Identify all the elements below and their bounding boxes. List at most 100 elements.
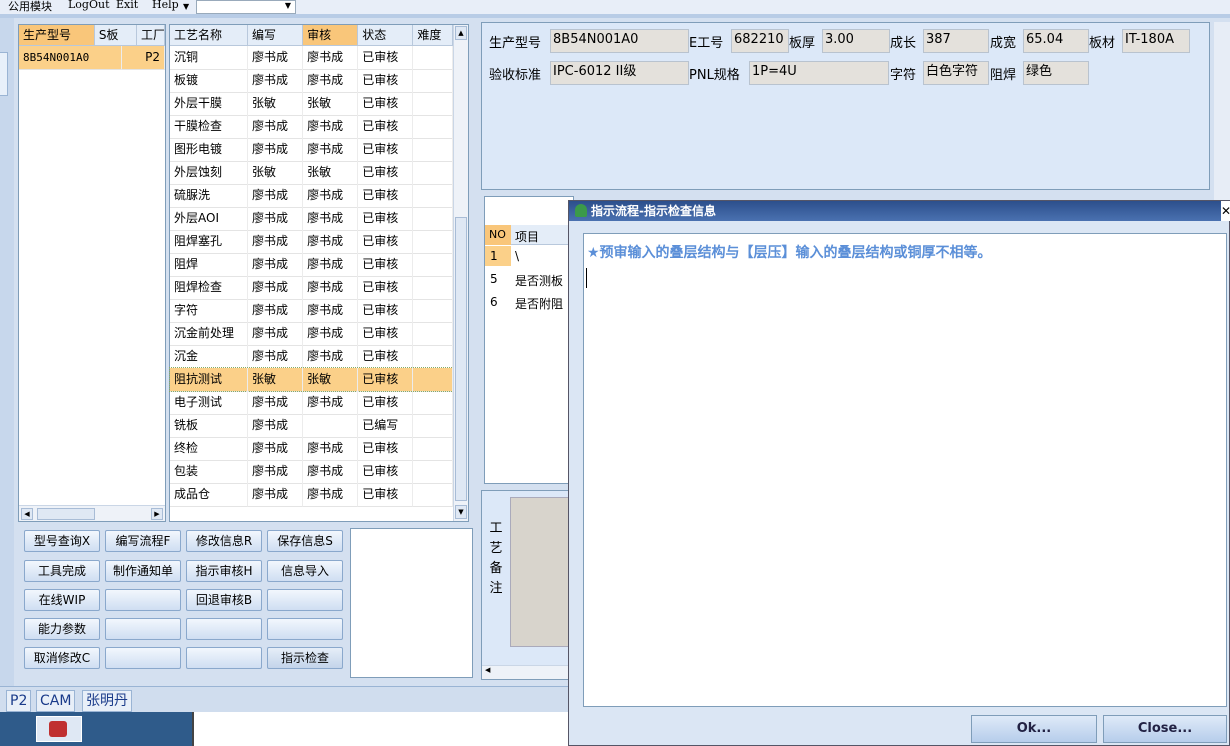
action-button[interactable]: 指示审核H bbox=[186, 560, 262, 582]
col-difficulty[interactable]: 难度 bbox=[413, 25, 453, 46]
scroll-thumb[interactable] bbox=[455, 217, 467, 501]
dialog-app-icon bbox=[575, 204, 587, 217]
table-row[interactable]: 阻焊检查 廖书成 廖书成 已审核 bbox=[170, 276, 453, 300]
writer-cell: 廖书成 bbox=[247, 483, 304, 507]
table-row[interactable]: 铣板 廖书成 已编写 bbox=[170, 414, 453, 438]
action-button[interactable]: 能力参数 bbox=[24, 618, 100, 640]
empty-button[interactable] bbox=[267, 618, 343, 640]
empty-button[interactable] bbox=[105, 647, 181, 669]
action-button[interactable]: 保存信息S bbox=[267, 530, 343, 552]
col-model[interactable]: 生产型号 bbox=[19, 25, 95, 46]
field-e-no[interactable]: 682210 bbox=[731, 29, 789, 53]
action-button[interactable]: 制作通知单 bbox=[105, 560, 181, 582]
menu-logout[interactable]: LogOut bbox=[68, 0, 110, 11]
horizontal-scrollbar[interactable]: ◀ ▶ bbox=[19, 505, 165, 521]
table-row[interactable]: 阻焊塞孔 廖书成 廖书成 已审核 bbox=[170, 230, 453, 254]
remark-textarea[interactable] bbox=[510, 497, 570, 647]
field-thickness[interactable]: 3.00 bbox=[822, 29, 890, 53]
writer-cell: 廖书成 bbox=[247, 391, 304, 415]
action-button[interactable]: 在线WIP bbox=[24, 589, 100, 611]
field-width[interactable]: 65.04 bbox=[1023, 29, 1089, 53]
action-button[interactable]: 工具完成 bbox=[24, 560, 100, 582]
close-button[interactable]: Close... bbox=[1103, 715, 1227, 743]
scroll-thumb[interactable] bbox=[37, 508, 95, 520]
field-pnl[interactable]: 1P=4U bbox=[749, 61, 889, 85]
ok-button[interactable]: Ok... bbox=[971, 715, 1097, 743]
reviewer-cell: 廖书成 bbox=[303, 69, 359, 93]
scroll-up-icon[interactable]: ▲ bbox=[455, 26, 467, 40]
status-cell: 已审核 bbox=[358, 161, 414, 185]
field-character[interactable]: 白色字符 bbox=[923, 61, 989, 85]
action-button[interactable]: 信息导入 bbox=[267, 560, 343, 582]
process-name-cell: 硫脲洗 bbox=[170, 184, 248, 208]
col-status[interactable]: 状态 bbox=[358, 25, 414, 46]
action-button[interactable]: 编写流程F bbox=[105, 530, 181, 552]
field-solder-mask[interactable]: 绿色 bbox=[1023, 61, 1089, 85]
col-factory[interactable]: 工厂 bbox=[136, 25, 165, 46]
action-button[interactable]: 修改信息R bbox=[186, 530, 262, 552]
table-row[interactable]: 外层AOI 廖书成 廖书成 已审核 bbox=[170, 207, 453, 231]
menubar: 公用模块 LogOut Exit Help ▼ bbox=[0, 0, 1230, 14]
scroll-left-icon[interactable]: ◀ bbox=[21, 508, 33, 520]
field-length[interactable]: 387 bbox=[923, 29, 989, 53]
table-row[interactable]: 终检 廖书成 廖书成 已审核 bbox=[170, 437, 453, 461]
difficulty-cell bbox=[413, 276, 453, 300]
note-box[interactable] bbox=[350, 528, 473, 678]
empty-button[interactable] bbox=[105, 618, 181, 640]
table-row[interactable]: 干膜检查 廖书成 廖书成 已审核 bbox=[170, 115, 453, 139]
col-item[interactable]: 项目 bbox=[515, 228, 539, 245]
empty-button[interactable] bbox=[267, 589, 343, 611]
table-row[interactable]: 包装 廖书成 廖书成 已审核 bbox=[170, 460, 453, 484]
menu-exit[interactable]: Exit bbox=[116, 0, 138, 11]
table-row[interactable]: 沉铜 廖书成 廖书成 已审核 bbox=[170, 46, 453, 70]
scroll-left-icon[interactable]: ◀ bbox=[485, 666, 490, 674]
action-button[interactable]: 指示检查 bbox=[267, 647, 343, 669]
table-row[interactable]: 阻抗测试 张敏 张敏 已审核 bbox=[169, 367, 454, 392]
remark-scrollbar[interactable]: ◀ bbox=[482, 665, 570, 679]
label-solder-mask: 阻焊 bbox=[990, 68, 1017, 83]
field-material[interactable]: IT-180A bbox=[1122, 29, 1190, 53]
scroll-down-icon[interactable]: ▼ bbox=[455, 505, 467, 519]
table-row[interactable]: 电子测试 廖书成 廖书成 已审核 bbox=[170, 391, 453, 415]
action-button[interactable]: 型号查询X bbox=[24, 530, 100, 552]
col-no[interactable]: NO bbox=[485, 225, 511, 245]
menu-combo[interactable]: ▼ bbox=[196, 0, 296, 14]
left-dock-tab[interactable] bbox=[0, 52, 8, 96]
close-icon[interactable]: ✕ bbox=[1221, 201, 1230, 221]
dialog-titlebar[interactable]: 指示流程-指示检查信息 ✕ bbox=[569, 201, 1230, 221]
col-process-name[interactable]: 工艺名称 bbox=[170, 25, 248, 46]
col-writer[interactable]: 编写 bbox=[247, 25, 304, 46]
table-row[interactable]: 8B54N001A0 P2 bbox=[19, 46, 165, 70]
empty-button[interactable] bbox=[186, 647, 262, 669]
empty-button[interactable] bbox=[186, 618, 262, 640]
table-row[interactable]: 图形电镀 廖书成 廖书成 已审核 bbox=[170, 138, 453, 162]
action-button[interactable]: 取消修改C bbox=[24, 647, 100, 669]
field-standard[interactable]: IPC-6012 II级 bbox=[550, 61, 689, 85]
dialog-message-box[interactable]: ★预审输入的叠层结构与【层压】输入的叠层结构或铜厚不相等。 bbox=[583, 233, 1227, 707]
vertical-scrollbar[interactable]: ▲ ▼ bbox=[453, 25, 468, 521]
menu-help[interactable]: Help bbox=[152, 0, 179, 11]
col-reviewer[interactable]: 审核 bbox=[303, 25, 359, 46]
action-button[interactable]: 回退审核B bbox=[186, 589, 262, 611]
label-standard: 验收标准 bbox=[489, 68, 542, 83]
app-icon[interactable] bbox=[36, 716, 82, 742]
process-name-cell: 沉金 bbox=[170, 345, 248, 369]
table-row[interactable]: 硫脲洗 廖书成 廖书成 已审核 bbox=[170, 184, 453, 208]
table-row[interactable]: 字符 廖书成 廖书成 已审核 bbox=[170, 299, 453, 323]
scroll-right-icon[interactable]: ▶ bbox=[151, 508, 163, 520]
table-row[interactable]: 外层蚀刻 张敏 张敏 已审核 bbox=[170, 161, 453, 185]
menu-dropdown-icon[interactable]: ▼ bbox=[183, 2, 189, 11]
table-row[interactable]: 板镀 廖书成 廖书成 已审核 bbox=[170, 69, 453, 93]
selected-row-marker bbox=[485, 246, 511, 266]
table-row[interactable]: 沉金 廖书成 廖书成 已审核 bbox=[170, 345, 453, 369]
empty-button[interactable] bbox=[105, 589, 181, 611]
table-row[interactable]: 沉金前处理 廖书成 廖书成 已审核 bbox=[170, 322, 453, 346]
table-row[interactable]: 成品仓 廖书成 廖书成 已审核 bbox=[170, 483, 453, 507]
menu-public-module[interactable]: 公用模块 bbox=[8, 0, 52, 14]
col-s-board[interactable]: S板 bbox=[94, 25, 137, 46]
table-row[interactable]: 外层干膜 张敏 张敏 已审核 bbox=[170, 92, 453, 116]
status-cell: 已审核 bbox=[358, 69, 414, 93]
field-model[interactable]: 8B54N001A0 bbox=[550, 29, 689, 53]
table-row[interactable]: 阻焊 廖书成 廖书成 已审核 bbox=[170, 253, 453, 277]
reviewer-cell: 廖书成 bbox=[303, 437, 359, 461]
